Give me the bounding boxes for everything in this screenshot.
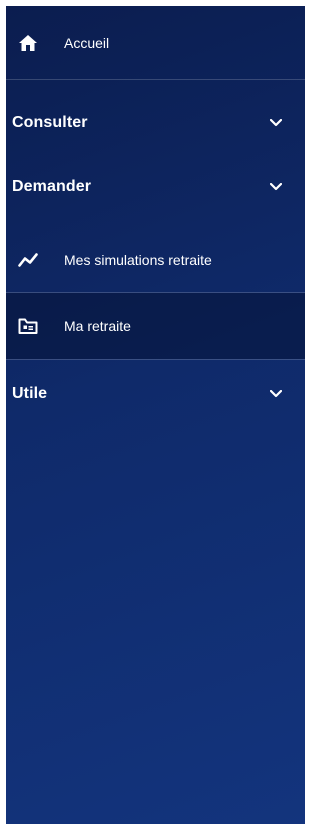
chevron-down-icon <box>269 180 283 194</box>
nav-item-label: Mes simulations retraite <box>64 252 212 268</box>
chevron-down-icon <box>269 116 283 130</box>
sidebar: Accueil Consulter Demander Mes simulatio… <box>6 6 305 824</box>
section-consulter[interactable]: Consulter <box>6 103 305 143</box>
id-folder-icon <box>17 315 39 337</box>
trend-line-icon <box>17 249 39 271</box>
nav-item-label: Ma retraite <box>64 318 131 334</box>
section-utile[interactable]: Utile <box>6 374 305 414</box>
section-label: Demander <box>12 178 92 195</box>
nav-item-ma-retraite[interactable]: Ma retraite <box>6 293 305 359</box>
divider <box>6 79 305 80</box>
nav-item-accueil[interactable]: Accueil <box>6 6 305 79</box>
section-label: Utile <box>12 385 48 402</box>
section-demander[interactable]: Demander <box>6 167 305 207</box>
nav-item-label: Accueil <box>64 34 110 51</box>
section-label: Consulter <box>12 114 88 131</box>
nav-item-mes-simulations-retraite[interactable]: Mes simulations retraite <box>6 227 305 293</box>
chevron-down-icon <box>269 387 283 401</box>
divider <box>6 359 305 360</box>
home-icon <box>17 32 39 54</box>
